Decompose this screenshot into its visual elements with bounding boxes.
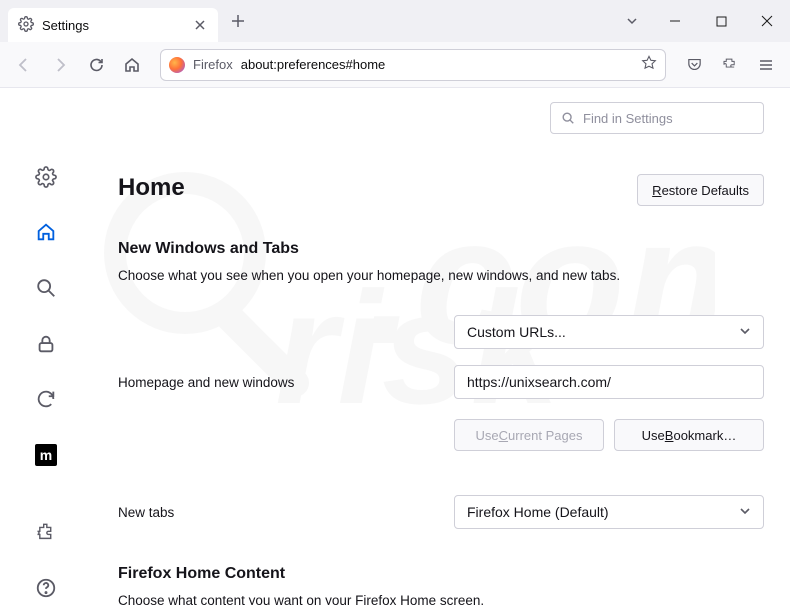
settings-main: Find in Settings Home Restore Defaults N… xyxy=(92,88,790,605)
bookmark-star-icon[interactable] xyxy=(641,55,657,74)
browser-tab[interactable]: Settings xyxy=(8,8,218,42)
section-new-windows-title: New Windows and Tabs xyxy=(118,240,764,258)
chevron-down-icon xyxy=(739,504,751,520)
homepage-mode-select[interactable]: Custom URLs... xyxy=(454,315,764,349)
titlebar: Settings xyxy=(0,0,790,42)
find-placeholder: Find in Settings xyxy=(583,111,673,126)
section-home-content-desc: Choose what content you want on your Fir… xyxy=(118,593,764,605)
newtabs-label: New tabs xyxy=(118,505,454,520)
homepage-label: Homepage and new windows xyxy=(118,375,454,390)
app-menu-button[interactable] xyxy=(750,49,782,81)
tab-list-dropdown[interactable] xyxy=(612,14,652,28)
maximize-button[interactable] xyxy=(698,0,744,42)
close-window-button[interactable] xyxy=(744,0,790,42)
url-toolbar: Firefox about:preferences#home xyxy=(0,42,790,88)
firefox-logo-icon xyxy=(169,57,185,73)
reload-button[interactable] xyxy=(80,49,112,81)
new-tab-button[interactable] xyxy=(224,7,252,35)
minimize-button[interactable] xyxy=(652,0,698,42)
sidebar-support[interactable] xyxy=(29,571,63,605)
identity-label: Firefox xyxy=(193,57,233,72)
tab-title: Settings xyxy=(42,18,184,33)
select-value: Firefox Home (Default) xyxy=(467,504,609,520)
tab-close-button[interactable] xyxy=(192,17,208,33)
sidebar-extensions[interactable] xyxy=(29,516,63,550)
home-button[interactable] xyxy=(116,49,148,81)
back-button[interactable] xyxy=(8,49,40,81)
extensions-button[interactable] xyxy=(714,49,746,81)
use-current-pages-button[interactable]: Use Current Pages xyxy=(454,419,604,451)
sidebar-privacy[interactable] xyxy=(29,327,63,361)
chevron-down-icon xyxy=(739,324,751,340)
settings-sidebar: m xyxy=(0,88,92,605)
homepage-url-input[interactable] xyxy=(454,365,764,399)
newtabs-select[interactable]: Firefox Home (Default) xyxy=(454,495,764,529)
sidebar-sync[interactable] xyxy=(29,383,63,417)
sidebar-more-from-mozilla[interactable]: m xyxy=(29,438,63,472)
use-bookmark-button[interactable]: Use Bookmark… xyxy=(614,419,764,451)
page-heading: Home xyxy=(118,174,185,202)
url-text: about:preferences#home xyxy=(241,57,633,72)
pocket-button[interactable] xyxy=(678,49,710,81)
address-bar[interactable]: Firefox about:preferences#home xyxy=(160,49,666,81)
section-home-content-title: Firefox Home Content xyxy=(118,565,764,583)
sidebar-home[interactable] xyxy=(29,216,63,250)
forward-button[interactable] xyxy=(44,49,76,81)
homepage-url-field[interactable] xyxy=(467,366,751,398)
sidebar-search[interactable] xyxy=(29,271,63,305)
mozilla-icon: m xyxy=(35,444,57,466)
section-new-windows-desc: Choose what you see when you open your h… xyxy=(118,268,764,283)
find-in-settings[interactable]: Find in Settings xyxy=(550,102,764,134)
search-icon xyxy=(561,111,575,125)
select-value: Custom URLs... xyxy=(467,324,566,340)
sidebar-general[interactable] xyxy=(29,160,63,194)
window-controls xyxy=(652,0,790,42)
restore-defaults-button[interactable]: Restore Defaults xyxy=(637,174,764,206)
gear-icon xyxy=(18,16,34,35)
